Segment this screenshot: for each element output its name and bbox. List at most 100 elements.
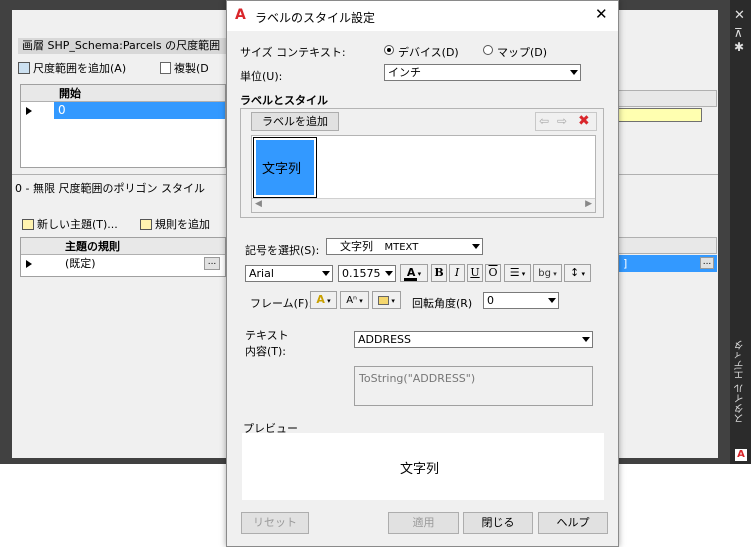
theme-rule-grid: 主題の規則 (既定) ... — [20, 237, 226, 277]
background-color-button[interactable]: bg ▾ — [533, 264, 562, 282]
style-editor-side-panel: ✕ ⊼ ✱ スタイル エディタ A — [730, 0, 751, 464]
rule-ellipsis-button[interactable]: ... — [204, 257, 220, 270]
unit-value: インチ — [388, 66, 421, 79]
panel2-title: 0 - 無限 尺度範囲のポリゴン スタイル — [15, 182, 205, 195]
text-color-swatch — [404, 278, 417, 281]
style-ellipsis-button[interactable]: ... — [700, 257, 714, 269]
new-theme-label: 新しい主題(T)... — [37, 218, 118, 231]
line-spacing-icon: ↕ — [570, 266, 580, 279]
add-scale-range-label: 尺度範囲を追加(A) — [33, 62, 127, 75]
unit-select[interactable]: インチ — [384, 64, 581, 81]
size-select[interactable]: 0.1575 — [338, 265, 396, 282]
rotation-label: 回転角度(R) — [412, 297, 473, 310]
grid2-cell: (既定) — [65, 257, 96, 270]
duplicate-button[interactable]: 複製(D — [160, 60, 209, 76]
add-label-button[interactable]: ラベルを追加 — [251, 112, 339, 131]
labels-styles-heading: ラベルとスタイル — [240, 94, 328, 107]
frame-label: フレーム(F): — [250, 297, 313, 310]
help-button[interactable]: ヘルプ — [538, 512, 608, 534]
scale-range-grid: 開始 0 — [20, 84, 226, 168]
underline-button[interactable]: U — [467, 264, 483, 282]
expression-box[interactable]: ToString("ADDRESS") — [354, 366, 593, 406]
radio-map-label: マップ(D) — [497, 46, 548, 59]
content-value: ADDRESS — [358, 333, 412, 346]
close-button[interactable]: 閉じる — [463, 512, 533, 534]
add-rule-icon — [140, 218, 152, 230]
font-value: Arial — [249, 267, 274, 280]
frame-color-icon: A — [316, 293, 325, 306]
pin-icon[interactable]: ⊼ — [734, 26, 743, 40]
frame-fill-icon — [378, 295, 390, 305]
label-tile-text: 文字列 — [256, 140, 314, 195]
dialog-close-icon[interactable]: ✕ — [595, 5, 608, 23]
symbol-select[interactable]: 文字列 MTEXT — [326, 238, 483, 255]
grid2-header-right — [617, 237, 717, 254]
radio-device[interactable] — [384, 45, 394, 55]
dialog-titlebar: A ラベルのスタイル設定 ✕ — [227, 1, 618, 31]
label-actions: ⇦ ⇨ ✖ — [535, 112, 597, 131]
content-select[interactable]: ADDRESS — [354, 331, 593, 348]
unit-label: 単位(U): — [240, 70, 283, 83]
preview-area: 文字列 — [242, 433, 604, 500]
overline-button[interactable]: O — [485, 264, 501, 282]
rotation-select[interactable]: 0 — [483, 292, 559, 309]
frame-fill-button[interactable]: ▾ — [372, 291, 401, 309]
font-select[interactable]: Arial — [245, 265, 333, 282]
italic-button[interactable]: I — [449, 264, 465, 282]
duplicate-label: 複製(D — [174, 62, 209, 75]
align-button[interactable]: ☰ ▾ — [504, 264, 531, 282]
text-content-label-1: テキスト — [245, 329, 289, 342]
radio-map[interactable] — [483, 45, 493, 55]
grid1-header: 開始 — [21, 85, 225, 102]
gear-icon[interactable]: ✱ — [734, 40, 744, 54]
preview-text: 文字列 — [400, 462, 440, 477]
frame-style-button[interactable]: Aⁿ ▾ — [340, 291, 369, 309]
delete-label-icon[interactable]: ✖ — [578, 113, 590, 129]
table-row[interactable]: (既定) ... — [21, 255, 225, 272]
add-rule-label: 規則を追加 — [155, 218, 210, 231]
size-context-label: サイズ コンテキスト: — [240, 46, 346, 59]
add-scale-range-button[interactable]: 尺度範囲を追加(A) — [18, 60, 126, 76]
style-editor-label: スタイル エディタ — [735, 340, 746, 424]
autocad-icon: A — [735, 449, 747, 461]
label-list: 文字列 ◀ ▶ — [251, 135, 596, 213]
align-icon: ☰ — [509, 266, 520, 279]
symbol-select-label: 記号を選択(S): — [245, 244, 320, 257]
symbol-value: 文字列 — [340, 240, 373, 253]
row-pointer-icon — [26, 107, 32, 115]
line-spacing-button[interactable]: ↕ ▾ — [564, 264, 591, 282]
background-color-icon: bg — [538, 268, 551, 279]
label-list-scrollbar[interactable]: ◀ ▶ — [252, 198, 595, 212]
grid1-header-right — [617, 90, 717, 107]
symbol-type: MTEXT — [384, 242, 419, 253]
grid2-selected-cell[interactable]: ] ... — [617, 255, 717, 272]
text-color-button[interactable]: A ▾ — [400, 264, 428, 282]
size-value: 0.1575 — [342, 267, 381, 280]
new-theme-button[interactable]: 新しい主題(T)... — [22, 216, 118, 232]
yellow-cell[interactable] — [617, 108, 702, 122]
grid2-header: 主題の規則 — [21, 238, 225, 255]
label-style-dialog: A ラベルのスタイル設定 ✕ サイズ コンテキスト: デバイス(D) マップ(D… — [226, 0, 619, 547]
move-right-icon[interactable]: ⇨ — [557, 114, 567, 128]
frame-color-button[interactable]: A ▾ — [310, 291, 337, 309]
add-rule-button[interactable]: 規則を追加 — [140, 216, 210, 232]
dialog-title: ラベルのスタイル設定 — [255, 11, 376, 25]
labels-styles-group: ラベルを追加 ⇦ ⇨ ✖ 文字列 ◀ ▶ — [240, 108, 604, 218]
table-row[interactable]: 0 — [21, 102, 225, 119]
grid1-cell[interactable]: 0 — [54, 102, 225, 119]
move-left-icon[interactable]: ⇦ — [539, 114, 549, 128]
duplicate-icon — [160, 62, 171, 74]
new-theme-icon — [22, 218, 34, 230]
reset-button[interactable]: リセット — [241, 512, 309, 534]
bold-button[interactable]: B — [431, 264, 447, 282]
apply-button[interactable]: 適用 — [388, 512, 459, 534]
text-content-label-2: 内容(T): — [245, 345, 287, 358]
autocad-logo-icon: A — [235, 7, 246, 23]
row-pointer-icon — [26, 260, 32, 268]
add-scale-range-icon — [18, 62, 30, 74]
close-icon[interactable]: ✕ — [734, 8, 745, 23]
radio-device-label: デバイス(D) — [398, 46, 459, 59]
label-tile[interactable]: 文字列 — [253, 137, 317, 198]
rotation-value: 0 — [487, 294, 494, 307]
panel1-title: 画層 SHP_Schema:Parcels の尺度範囲 — [18, 38, 228, 54]
